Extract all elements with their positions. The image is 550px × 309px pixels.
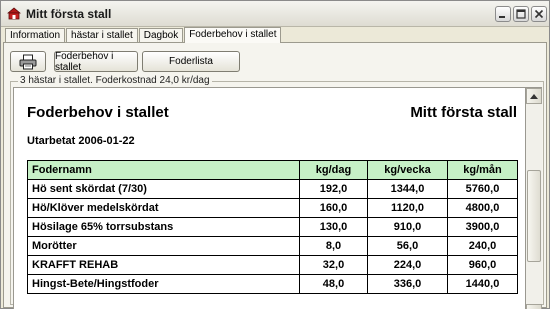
kg-per-month: 1440,0 xyxy=(447,274,518,294)
kg-per-week: 910,0 xyxy=(367,217,448,237)
column-header-fodernamn: Fodernamn xyxy=(27,160,300,180)
minimize-icon xyxy=(499,16,505,18)
scroll-up-button[interactable] xyxy=(526,88,542,104)
report-date: Utarbetat 2006-01-22 xyxy=(27,135,135,147)
tab-information[interactable]: Information xyxy=(5,28,66,42)
table-row: Hösilage 65% torrsubstans 130,0 910,0 39… xyxy=(27,217,518,237)
table-header-row: Fodernamn kg/dag kg/vecka kg/mån xyxy=(27,160,518,180)
window-title: Mitt första stall xyxy=(26,7,112,21)
foderbehov-button[interactable]: Foderbehov i stallet xyxy=(54,51,138,73)
print-button[interactable] xyxy=(10,51,46,72)
summary-label: 3 hästar i stallet. Foderkostnad 24,0 kr… xyxy=(18,75,212,86)
kg-per-month: 5760,0 xyxy=(447,179,518,199)
feed-name: Morötter xyxy=(27,236,300,256)
kg-per-week: 56,0 xyxy=(367,236,448,256)
feed-name: Hösilage 65% torrsubstans xyxy=(27,217,300,237)
table-row: KRAFFT REHAB 32,0 224,0 960,0 xyxy=(27,255,518,275)
kg-per-week: 1344,0 xyxy=(367,179,448,199)
close-icon xyxy=(534,9,544,19)
feed-name: Hingst-Bete/Hingstfoder xyxy=(27,274,300,294)
kg-per-week: 224,0 xyxy=(367,255,448,275)
kg-per-day: 130,0 xyxy=(299,217,368,237)
feed-name: KRAFFT REHAB xyxy=(27,255,300,275)
table-row: Morötter 8,0 56,0 240,0 xyxy=(27,236,518,256)
report-stall-name: Mitt första stall xyxy=(410,104,517,121)
kg-per-month: 4800,0 xyxy=(447,198,518,218)
feed-name: Hö sent skördat (7/30) xyxy=(27,179,300,199)
column-header-kg-vecka: kg/vecka xyxy=(367,160,448,180)
close-button[interactable] xyxy=(531,6,547,22)
tab-foderbehov-i-stallet[interactable]: Foderbehov i stallet xyxy=(184,27,282,43)
foderlista-button[interactable]: Foderlista xyxy=(142,51,240,72)
scroll-thumb[interactable] xyxy=(527,170,541,262)
barn-icon xyxy=(6,7,22,20)
minimize-button[interactable] xyxy=(495,6,511,22)
feed-name: Hö/Klöver medelskördat xyxy=(27,198,300,218)
kg-per-week: 336,0 xyxy=(367,274,448,294)
kg-per-day: 8,0 xyxy=(299,236,368,256)
tab-panel: Foderbehov i stallet Foderlista 3 hästar… xyxy=(3,42,547,309)
maximize-icon xyxy=(516,9,526,19)
feed-table: Fodernamn kg/dag kg/vecka kg/mån Hö sent… xyxy=(27,160,518,294)
tab-strip: Information hästar i stallet Dagbok Fode… xyxy=(5,27,282,43)
kg-per-week: 1120,0 xyxy=(367,198,448,218)
arrow-up-icon xyxy=(530,94,538,99)
kg-per-month: 240,0 xyxy=(447,236,518,256)
scroll-down-button[interactable] xyxy=(526,304,542,309)
report-title: Foderbehov i stallet xyxy=(27,104,169,121)
column-header-kg-man: kg/mån xyxy=(447,160,518,180)
kg-per-month: 3900,0 xyxy=(447,217,518,237)
kg-per-day: 32,0 xyxy=(299,255,368,275)
column-header-kg-dag: kg/dag xyxy=(299,160,368,180)
tab-hastar-i-stallet[interactable]: hästar i stallet xyxy=(66,28,138,42)
tab-dagbok[interactable]: Dagbok xyxy=(138,28,184,42)
report-scrollbar[interactable] xyxy=(526,87,542,309)
title-bar[interactable]: Mitt första stall xyxy=(1,1,549,27)
maximize-button[interactable] xyxy=(513,6,529,22)
kg-per-day: 48,0 xyxy=(299,274,368,294)
table-row: Hö/Klöver medelskördat 160,0 1120,0 4800… xyxy=(27,198,518,218)
app-window: Mitt första stall Information hästar i s… xyxy=(0,0,550,309)
kg-per-day: 160,0 xyxy=(299,198,368,218)
kg-per-month: 960,0 xyxy=(447,255,518,275)
printer-icon xyxy=(19,54,37,69)
table-row: Hö sent skördat (7/30) 192,0 1344,0 5760… xyxy=(27,179,518,199)
table-row: Hingst-Bete/Hingstfoder 48,0 336,0 1440,… xyxy=(27,274,518,294)
kg-per-day: 192,0 xyxy=(299,179,368,199)
report-view: Foderbehov i stallet Mitt första stall U… xyxy=(13,87,526,309)
